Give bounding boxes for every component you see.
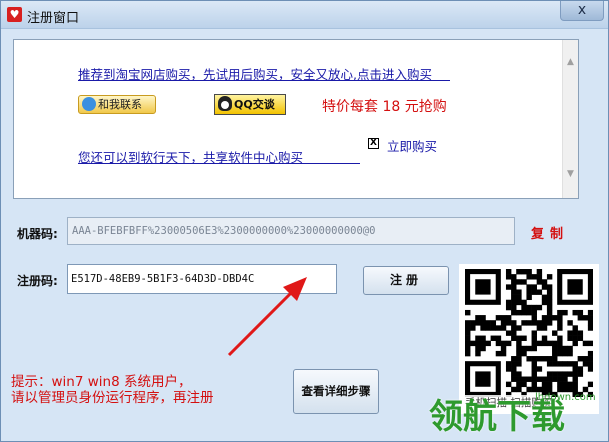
window-title: 注册窗口 <box>27 11 80 26</box>
qq-chat-button[interactable]: QQ交谈 <box>214 94 286 115</box>
scroll-up-arrow-icon[interactable]: ▲ <box>563 54 578 70</box>
watermark-brand: 领航下载 <box>429 397 565 437</box>
machine-code-field[interactable]: AAA-BFEBFBFF%23000506E3%2300000000%23000… <box>67 217 515 245</box>
watermark-url: lhdown.com <box>535 392 596 403</box>
qr-code-icon <box>465 269 593 397</box>
contact-me-label: 和我联系 <box>98 98 142 111</box>
register-button[interactable]: 注册 <box>363 266 449 295</box>
panel-scrollbar[interactable]: ▲ ▼ <box>562 40 578 198</box>
close-button[interactable]: x <box>560 1 604 21</box>
buy-now-link[interactable]: 立即购买 <box>387 136 437 155</box>
title-bar[interactable]: ♥ 注册窗口 x <box>1 1 608 29</box>
promo-price-text: 特价每套 18 元抢购 <box>322 99 447 115</box>
hint-line-2: 请以管理员身份运行程序，再注册 <box>11 390 214 406</box>
ruanxing-link-underline <box>78 163 360 164</box>
buy-now-x-icon[interactable]: X <box>368 138 379 149</box>
smiley-face-icon <box>82 97 96 111</box>
qq-chat-label: QQ交谈 <box>234 98 275 111</box>
view-detailed-steps-button[interactable]: 查看详细步骤 <box>293 369 379 414</box>
registration-window: ♥ 注册窗口 x 推荐到淘宝网店购买，先试用后购买，安全又放心,点击进入购买 和… <box>0 0 609 442</box>
machine-code-label: 机器码: <box>17 227 58 241</box>
registration-code-label: 注册码: <box>17 274 58 288</box>
qq-penguin-icon <box>218 96 232 111</box>
app-heart-icon: ♥ <box>7 7 22 22</box>
purchase-info-panel: 推荐到淘宝网店购买，先试用后购买，安全又放心,点击进入购买 和我联系 QQ交谈 … <box>13 39 579 199</box>
contact-me-button[interactable]: 和我联系 <box>78 95 156 114</box>
red-arrow-icon <box>227 277 307 357</box>
scroll-down-arrow-icon[interactable]: ▼ <box>563 166 578 182</box>
taobao-link-underline <box>78 80 450 81</box>
copy-button[interactable]: 复制 <box>531 223 569 242</box>
